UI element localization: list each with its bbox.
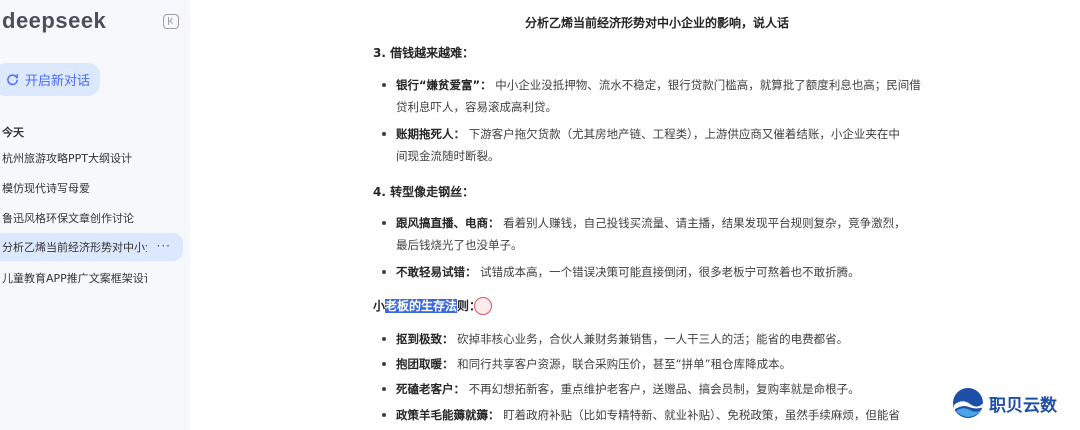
list-item: 抠到极致： 砍掉非核心业务，合伙人兼财务兼销售，一人干三人的活；能省的电费都省。 bbox=[382, 328, 972, 350]
chat-item-label: 杭州旅游攻略PPT大纲设计 bbox=[2, 152, 132, 165]
chat-item-label: 分析乙烯当前经济形势对中小企业的影响，说人话 bbox=[2, 241, 147, 254]
bullet-term: 不敢轻易试错： bbox=[396, 265, 477, 279]
bullet-term: 抱团取暖： bbox=[396, 357, 454, 371]
click-indicator bbox=[474, 297, 492, 315]
new-chat-icon bbox=[7, 73, 19, 86]
chat-content: 分析乙烯当前经济形势对中小企业的影响，说人话 3. 借钱越来越难： 银行“嫌贫爱… bbox=[190, 0, 1080, 430]
bullet-dot bbox=[382, 270, 386, 274]
section-heading: 3. 借钱越来越难： bbox=[373, 46, 475, 60]
heading-prefix: 小 bbox=[373, 299, 386, 313]
bullet-dot bbox=[382, 413, 386, 417]
chat-history-item[interactable]: 鲁迅风格环保文章创作讨论 bbox=[0, 204, 183, 232]
chat-item-label: 儿童教育APP推广文案框架设计 bbox=[2, 272, 147, 285]
sidebar: deepseek 开启新对话 今天 杭州旅游攻略PPT大纲设计 模仿现代诗写母爱… bbox=[0, 0, 190, 430]
watermark-text: 职贝云数 bbox=[989, 395, 1057, 416]
list-item: 死磕老客户： 不再幻想拓新客，重点维护老客户，送赠品、搞会员制，复购率就是命根子… bbox=[382, 378, 972, 400]
list-item: 不敢轻易试错： 试错成本高，一个错误决策可能直接倒闭，很多老板宁可熬着也不敢折腾… bbox=[382, 261, 972, 283]
bullet-term: 政策羊毛能薅就薅： bbox=[396, 408, 500, 422]
bullet-desc: 不再幻想拓新客，重点维护老客户，送赠品、搞会员制，复购率就是命根子。 bbox=[468, 382, 860, 396]
bullet-desc: 贷利息吓人，容易滚成高利贷。 bbox=[396, 100, 557, 114]
section-heading: 4. 转型像走钢丝： bbox=[373, 185, 475, 199]
bullet-dot bbox=[382, 221, 386, 225]
bullet-desc: 砍掉非核心业务，合伙人兼财务兼销售，一人干三人的活；能省的电费都省。 bbox=[457, 332, 849, 346]
list-item: 抱团取暖： 和同行共享客户资源，联合采购压价，甚至“拼单”租仓库降成本。 bbox=[382, 353, 972, 375]
bullet-desc: 看着别人赚钱，自己投钱买流量、请主播，结果发现平台规则复杂，竞争激烈， bbox=[503, 216, 906, 230]
bullet-term: 跟风搞直播、电商： bbox=[396, 216, 500, 230]
chat-history-item[interactable]: 杭州旅游攻略PPT大纲设计 bbox=[0, 144, 183, 172]
new-chat-label: 开启新对话 bbox=[25, 74, 91, 89]
chat-history-item[interactable]: 儿童教育APP推广文案框架设计 bbox=[0, 264, 183, 292]
bullet-term: 账期拖死人： bbox=[396, 127, 465, 141]
chat-history-item[interactable]: 模仿现代诗写母爱 bbox=[0, 174, 183, 202]
chat-item-label: 鲁迅风格环保文章创作讨论 bbox=[2, 212, 134, 225]
chat-item-label: 模仿现代诗写母爱 bbox=[2, 182, 90, 195]
bullet-dot bbox=[382, 387, 386, 391]
bullet-desc: 最后钱烧光了也没单子。 bbox=[396, 238, 523, 252]
bullet-desc: 试错成本高，一个错误决策可能直接倒闭，很多老板宁可熬着也不敢折腾。 bbox=[480, 265, 860, 279]
bullet-desc: 中小企业没抵押物、流水不稳定，银行贷款门槛高，就算批了额度利息也高；民间借 bbox=[495, 78, 921, 92]
section-label-today: 今天 bbox=[2, 126, 24, 139]
list-item: 账期拖死人： 下游客户拖欠货款（尤其房地产链、工程类），上游供应商又催着结账，小… bbox=[382, 123, 972, 167]
list-item: 银行“嫌贫爱富”： 中小企业没抵押物、流水不稳定，银行贷款门槛高，就算批了额度利… bbox=[382, 74, 972, 118]
bullet-dot bbox=[382, 132, 386, 136]
bullet-desc: 盯着政府补贴（比如专精特新、就业补贴）、免税政策，虽然手续麻烦，但能省 bbox=[503, 408, 900, 422]
list-item: 政策羊毛能薅就薅： 盯着政府补贴（比如专精特新、就业补贴）、免税政策，虽然手续麻… bbox=[382, 404, 972, 426]
bullet-desc: 下游客户拖欠货款（尤其房地产链、工程类），上游供应商又催着结账，小企业夹在中 bbox=[468, 127, 900, 141]
page-title: 分析乙烯当前经济形势对中小企业的影响，说人话 bbox=[525, 16, 790, 30]
bullet-term: 银行“嫌贫爱富”： bbox=[396, 78, 492, 92]
watermark-logo-icon bbox=[953, 388, 984, 418]
bullet-term: 抠到极致： bbox=[396, 332, 454, 346]
selected-text: 老板的生存法 bbox=[385, 299, 458, 313]
chat-history-item-active[interactable]: 分析乙烯当前经济形势对中小企业的影响，说人话 ··· bbox=[0, 233, 183, 261]
watermark: 职贝云数 bbox=[950, 385, 1057, 421]
bullet-desc: 间现金流随时断裂。 bbox=[396, 149, 500, 163]
bullet-dot bbox=[382, 337, 386, 341]
bullet-dot bbox=[382, 362, 386, 366]
bullet-term: 死磕老客户： bbox=[396, 382, 465, 396]
bullet-desc: 和同行共享客户资源，联合采购压价，甚至“拼单”租仓库降成本。 bbox=[457, 357, 792, 371]
section-heading: 小老板的生存法则： bbox=[373, 297, 481, 314]
more-options-icon[interactable]: ··· bbox=[157, 239, 171, 253]
bullet-dot bbox=[382, 83, 386, 87]
list-item: 跟风搞直播、电商： 看着别人赚钱，自己投钱买流量、请主播，结果发现平台规则复杂，… bbox=[382, 212, 972, 256]
new-chat-button[interactable]: 开启新对话 bbox=[0, 63, 100, 96]
deepseek-logo: deepseek bbox=[2, 8, 107, 33]
collapse-sidebar-icon[interactable] bbox=[163, 14, 179, 29]
